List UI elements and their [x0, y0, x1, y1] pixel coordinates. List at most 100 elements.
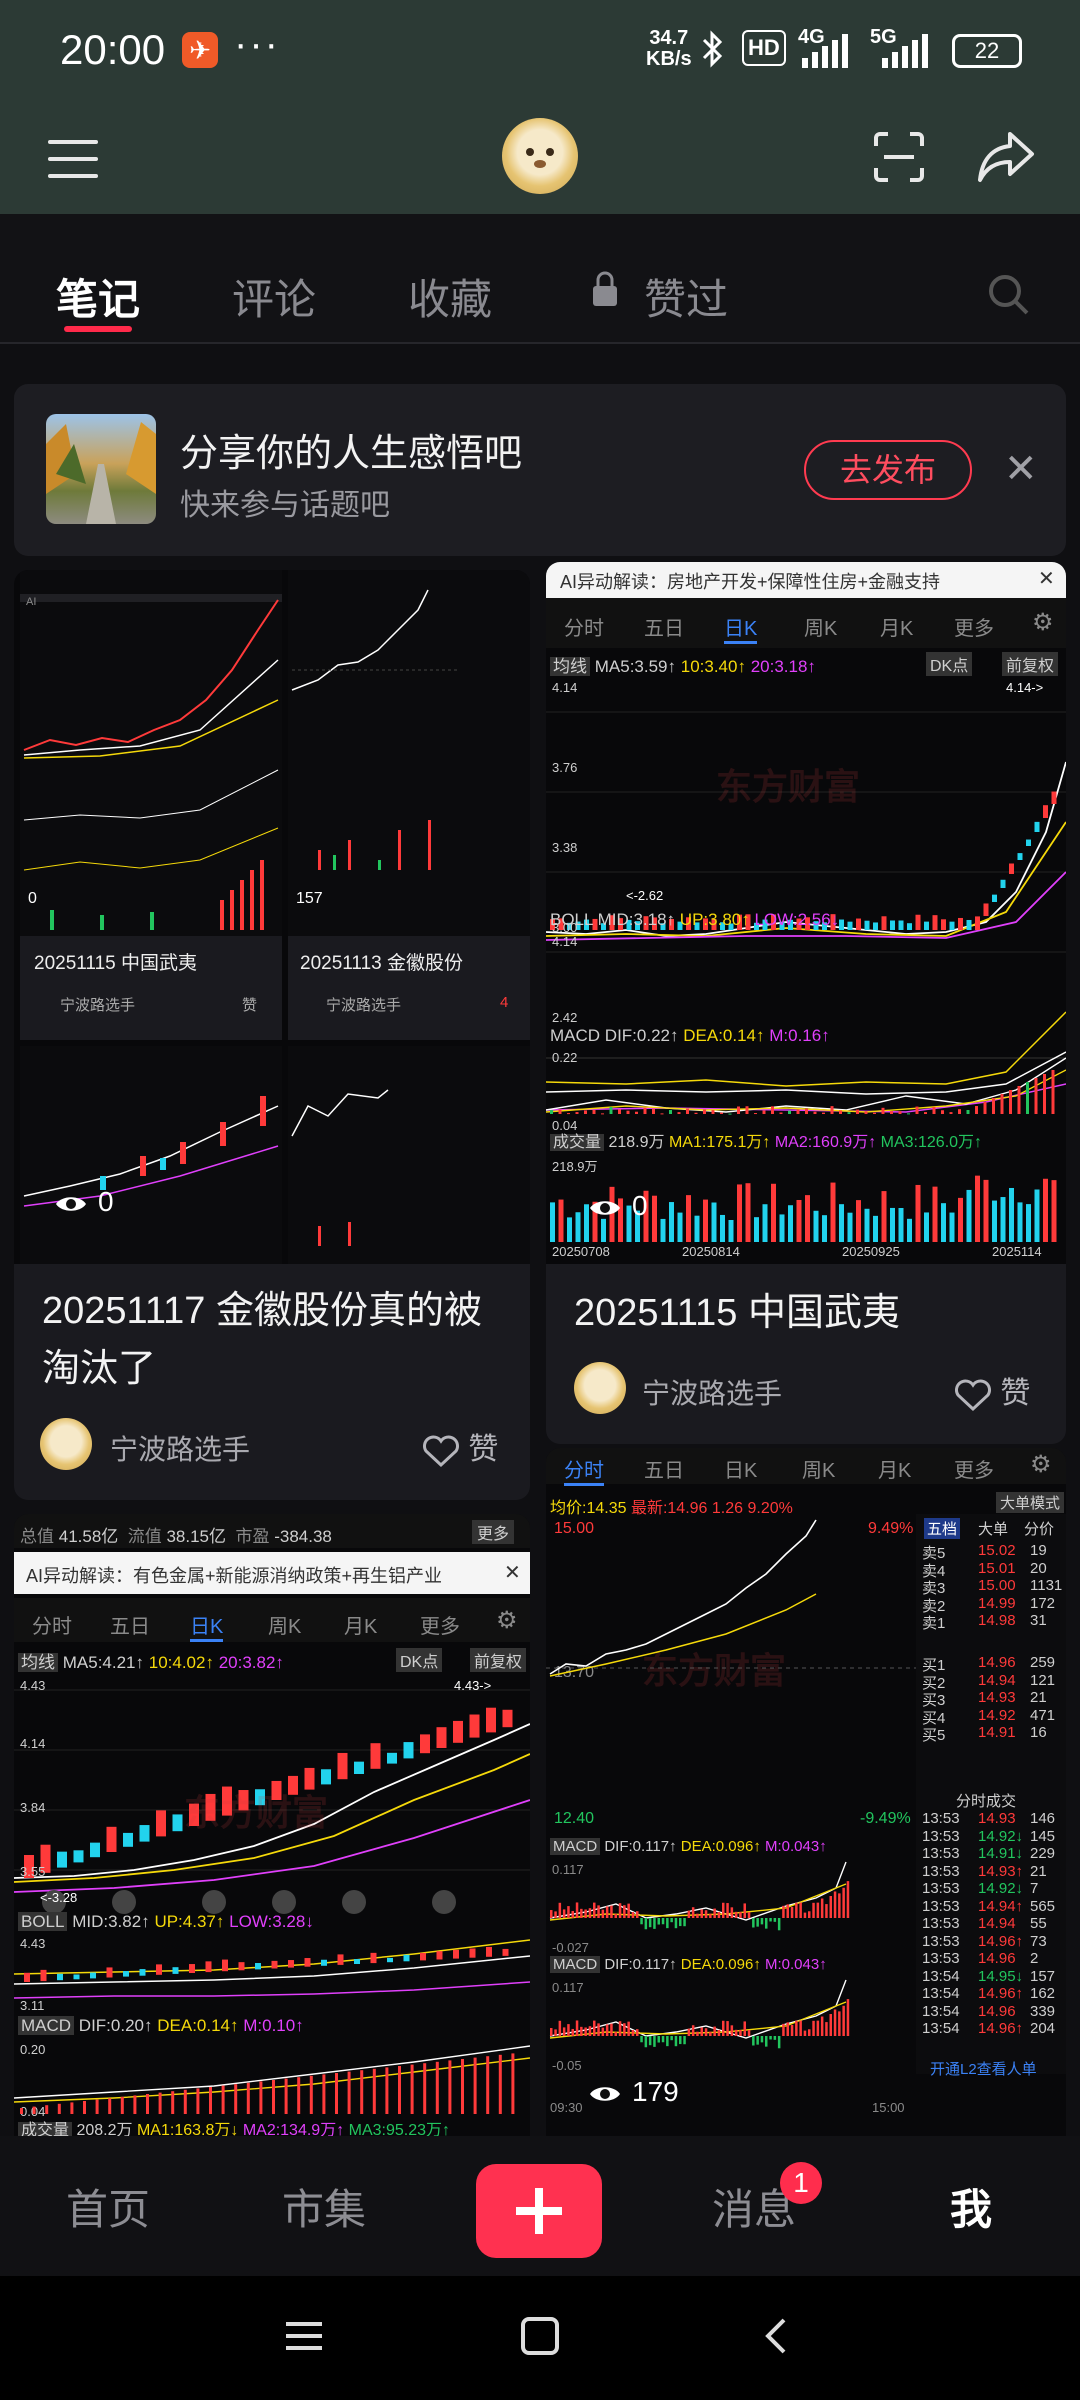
like-button[interactable]: 赞: [954, 1368, 1030, 1412]
candle: [924, 921, 929, 930]
tab-notes[interactable]: 笔记: [56, 266, 140, 327]
nav-me[interactable]: 我: [950, 2176, 992, 2237]
nav-market[interactable]: 市集: [282, 2176, 366, 2237]
macd-bar: [601, 2027, 605, 2036]
macd-bar: [747, 2029, 751, 2036]
period-tab: 更多: [420, 1616, 460, 1638]
period-tabs: 分时 五日 日K 周K 月K 更多 ⚙: [546, 1448, 1066, 1486]
macd-bar: [739, 2029, 742, 2036]
volume-bar: [652, 1195, 657, 1242]
scan-icon[interactable]: [872, 130, 926, 184]
macd-bar: [347, 2071, 351, 2114]
price-tick: 3.84: [20, 1800, 46, 1815]
boll-chart: [14, 1939, 530, 1999]
fq-badge: 前复权: [470, 1648, 527, 1672]
period-tab-active: 日K: [724, 612, 758, 644]
boll-line: BOLL MID:3.18↑ UP:3.80↑ LOW:2.56↓: [550, 910, 839, 930]
vol-ma3: MA3:126.0万↑: [880, 1134, 983, 1151]
collage-caption-title: 20251113 金徽股份: [300, 953, 463, 974]
tick-label: 13:53: [922, 1915, 960, 1932]
note-card[interactable]: AI异动解读：房地产开发+保障性住房+金融支持 ✕ 分时 五日 日K 周K 月K…: [546, 562, 1066, 1444]
boll-low: LOW:3.28↓: [229, 1912, 314, 1931]
tab-active-indicator: [64, 326, 132, 332]
macd-bar: [730, 1907, 734, 1918]
macd-bar: [847, 1112, 851, 1114]
macd-bar: [584, 1909, 587, 1918]
candle: [915, 914, 921, 930]
author-name[interactable]: 宁波路选手: [642, 1372, 782, 1412]
price-tick: 4.14: [552, 680, 578, 695]
tick-volume: 7: [1030, 1880, 1039, 1897]
gear-icon: ⚙: [1030, 1451, 1052, 1478]
macd-bar: [322, 2074, 326, 2114]
publish-button[interactable]: 去发布: [804, 440, 972, 500]
search-icon[interactable]: [986, 272, 1030, 316]
order-tab-active: 五档: [924, 1518, 961, 1539]
macd-bar: [683, 1918, 686, 1927]
avatar[interactable]: [502, 118, 578, 194]
macd-bar: [820, 2016, 824, 2036]
volume-line: 成交量 218.9万 MA1:175.1万↑ MA2:160.9万↑ MA3:1…: [550, 1128, 982, 1152]
macd-bar: [133, 2095, 137, 2114]
tab-comments[interactable]: 评论: [232, 266, 316, 327]
menu-icon[interactable]: [48, 140, 98, 180]
volume-bar: [711, 1202, 717, 1242]
collage-caption-author: 宁波路选手: [326, 997, 402, 1014]
author-avatar[interactable]: [40, 1418, 92, 1470]
topic-banner[interactable]: 分享你的人生感悟吧 快来参与话题吧 去发布 ✕: [14, 384, 1066, 556]
nav-home[interactable]: 首页: [66, 2176, 150, 2237]
note-card-image: AI 20251115 中国武夷 宁波路选手 赞 20251113 金徽股份 宁…: [14, 570, 530, 1264]
macd-line: MACD DIF:0.22↑ DEA:0.14↑ M:0.16↑: [550, 1026, 830, 1046]
period-tab: 更多: [954, 1460, 994, 1482]
candle: [1026, 839, 1031, 846]
period-tab: 分时: [564, 618, 604, 640]
back-icon[interactable]: [756, 2316, 796, 2356]
macd-bar: [846, 1881, 850, 1918]
candle: [420, 1734, 430, 1754]
candle: [304, 1958, 311, 1967]
boll-tick: 2.42: [552, 1010, 578, 1025]
tick-price: 14.95↓: [978, 1967, 1024, 1985]
macd-bar: [790, 2024, 794, 2036]
macd-bar: [799, 1902, 802, 1918]
macd-bar: [593, 2020, 596, 2036]
tab-favorites[interactable]: 收藏: [408, 266, 492, 327]
volume-bar: [932, 1186, 938, 1242]
candle: [907, 923, 912, 930]
system-nav-bar: [0, 2276, 1080, 2400]
candle: [403, 1954, 410, 1962]
period-tab: 月K: [880, 618, 914, 640]
collage-caption-title: 20251115 中国武夷: [34, 953, 197, 974]
macd-bar: [272, 2080, 275, 2114]
author-avatar[interactable]: [574, 1362, 626, 1414]
macd-bar: [666, 2036, 669, 2047]
bid-volume: 471: [1030, 1706, 1056, 1724]
candle: [354, 1761, 364, 1774]
avatar-face-icon: [526, 148, 554, 168]
macd-bar: [623, 2023, 626, 2036]
period-tab: 分时: [32, 1616, 72, 1638]
collage-tile: AI: [20, 570, 282, 938]
create-post-button[interactable]: [476, 2164, 602, 2258]
period-tab: 更多: [954, 618, 994, 640]
candle: [436, 1951, 443, 1960]
volume-bar: [677, 1212, 683, 1242]
note-card[interactable]: 分时 五日 日K 周K 月K 更多 ⚙ 均价:14.35 最新:14.96 1.…: [546, 1448, 1066, 2136]
collage-caption: 20251113 金徽股份 宁波路选手 4: [288, 936, 530, 1040]
author-name[interactable]: 宁波路选手: [110, 1428, 250, 1468]
like-button[interactable]: 赞: [422, 1424, 498, 1468]
home-icon[interactable]: [520, 2316, 560, 2356]
volume-bar: [1034, 1189, 1040, 1242]
candle: [469, 1948, 476, 1958]
ai-banner-text: AI异动解读：房地产开发+保障性住房+金融支持: [560, 572, 941, 592]
share-icon[interactable]: [976, 128, 1036, 184]
macd-bar: [550, 1110, 553, 1114]
volume-bar: [966, 1189, 972, 1242]
note-card[interactable]: 总值 41.58亿 流值 38.15亿 市盈 -384.38 更多 AI异动解读…: [14, 1514, 530, 2136]
collage-caption-author: 宁波路选手: [60, 997, 136, 1014]
note-card[interactable]: AI 20251115 中国武夷 宁波路选手 赞 20251113 金徽股份 宁…: [14, 570, 530, 1500]
close-icon[interactable]: ✕: [1004, 446, 1038, 492]
macd-bar: [743, 1903, 746, 1918]
recent-apps-icon[interactable]: [284, 2316, 324, 2356]
tab-liked[interactable]: 赞过: [644, 266, 728, 327]
